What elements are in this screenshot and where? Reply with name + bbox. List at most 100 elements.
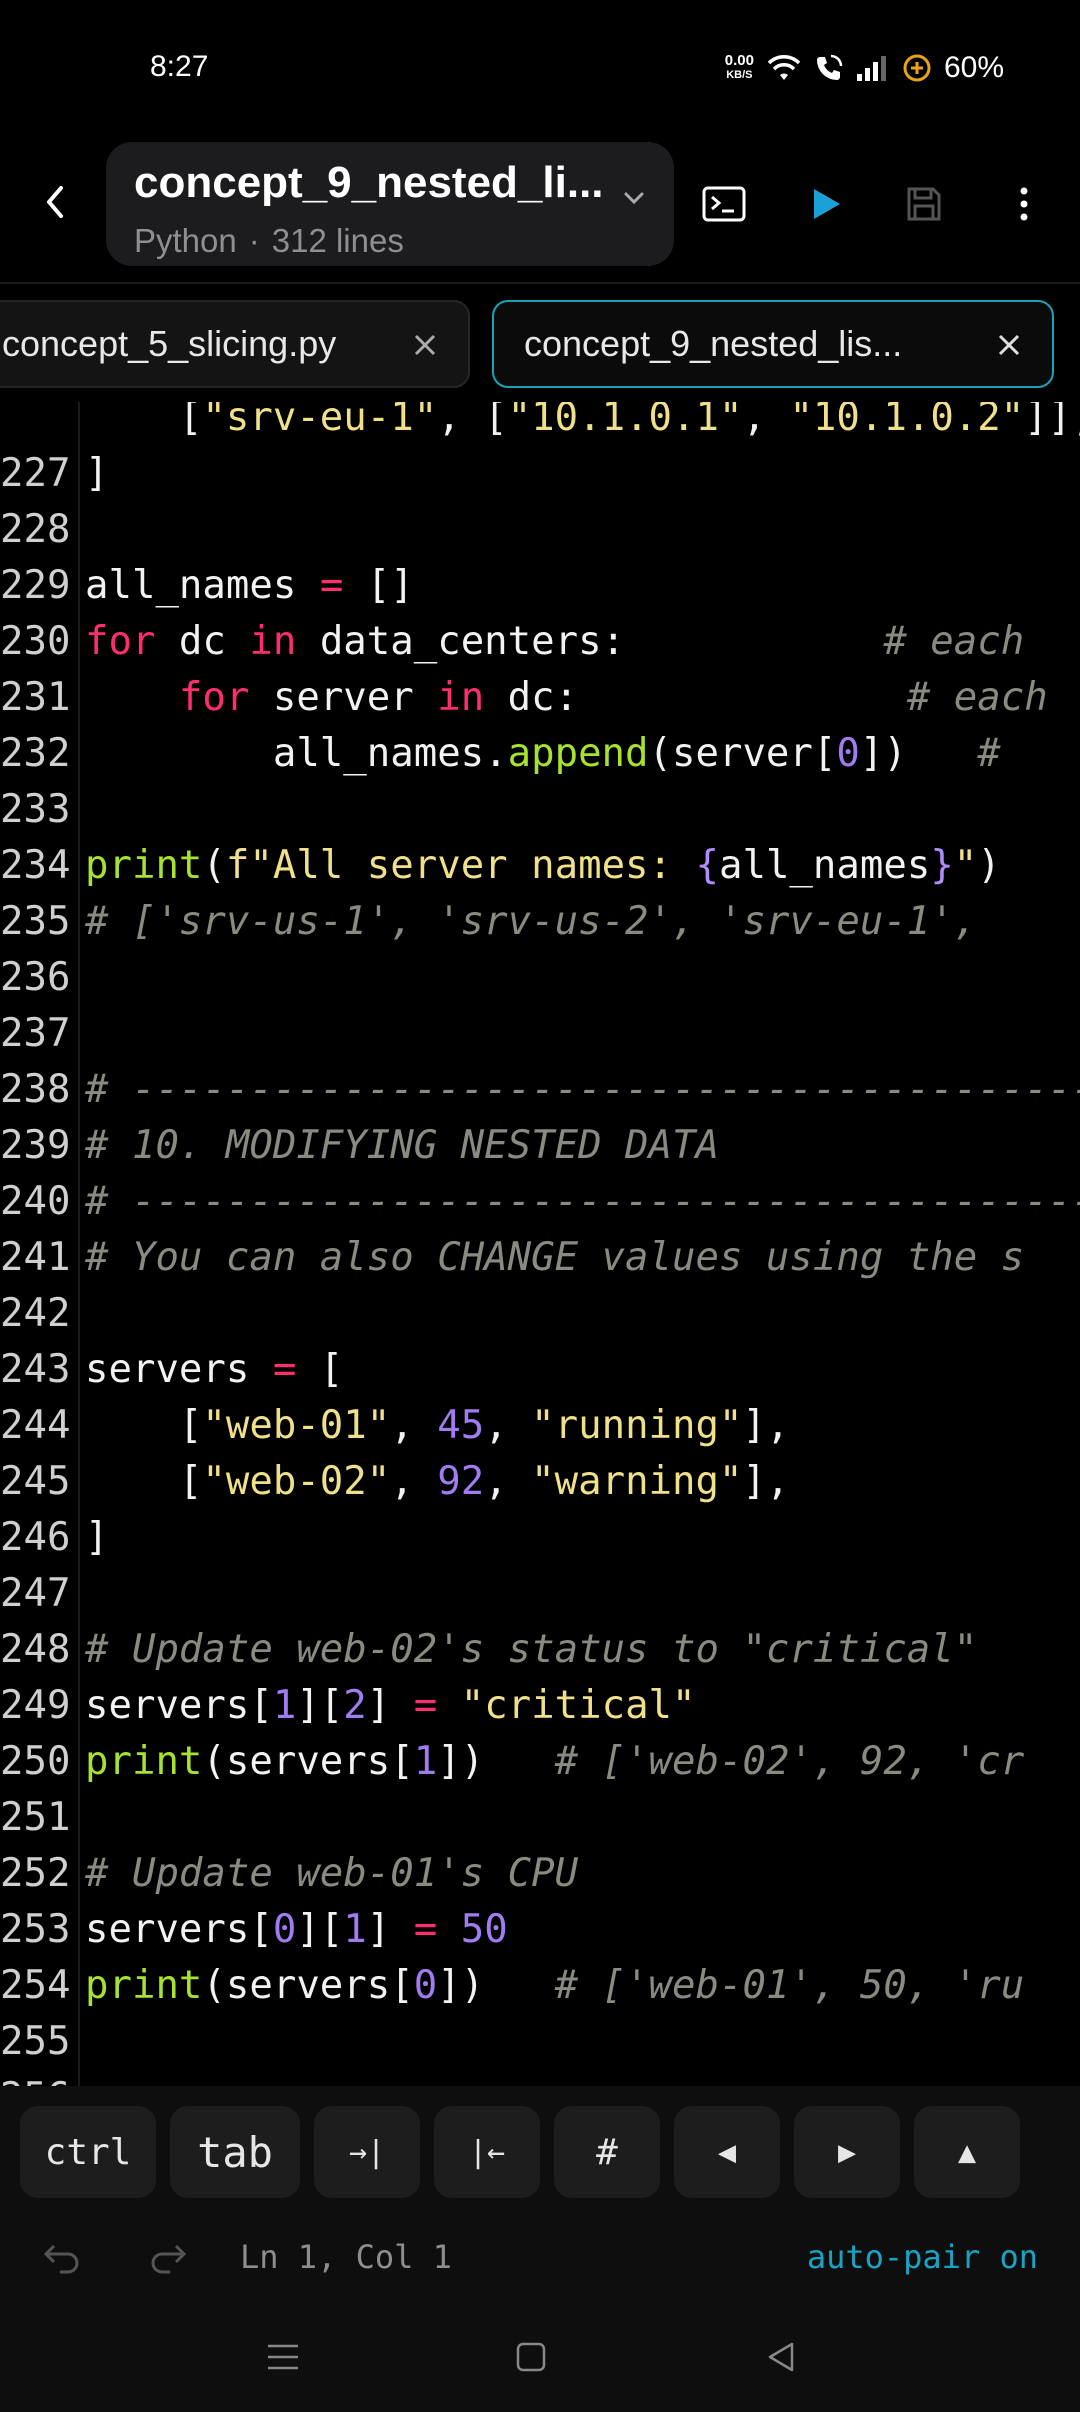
wifi-icon <box>767 55 801 80</box>
status-time: 8:27 <box>150 50 209 83</box>
comment-key[interactable]: # <box>554 2106 660 2198</box>
code-text: # --------------------------------------… <box>85 1067 1080 1112</box>
play-icon <box>814 189 840 219</box>
run-button[interactable] <box>802 180 850 228</box>
home-button[interactable] <box>506 2332 556 2382</box>
line-number: 251 <box>0 1795 71 1840</box>
menu-lines-icon <box>268 2344 298 2370</box>
outdent-icon[interactable]: |← <box>434 2106 540 2198</box>
code-text: servers[0][1] = 50 <box>85 1907 508 1952</box>
arrow-right-icon[interactable]: ▶ <box>794 2106 900 2198</box>
code-text: # Update web-01's CPU <box>85 1851 579 1896</box>
code-text: all_names = [] <box>85 563 414 608</box>
square-icon <box>516 2342 546 2372</box>
cursor-position: Ln 1, Col 1 <box>240 2238 452 2276</box>
line-number: 231 <box>0 675 71 720</box>
tab-concept-9[interactable]: concept_9_nested_lis... <box>492 300 1054 388</box>
ctrl-key[interactable]: ctrl <box>20 2106 156 2198</box>
file-line-count: 312 lines <box>271 222 404 259</box>
line-number: 252 <box>0 1851 71 1896</box>
line-number: 249 <box>0 1683 71 1728</box>
code-text: servers[1][2] = "critical" <box>85 1683 696 1728</box>
auto-pair-toggle[interactable]: auto-pair on <box>807 2238 1038 2276</box>
status-icons: 0.00 KB/S 60% <box>725 48 1004 88</box>
line-number: 227 <box>0 451 71 496</box>
code-text: ["web-01", 45, "running"], <box>85 1403 790 1448</box>
more-menu-button[interactable] <box>1000 180 1048 228</box>
close-icon[interactable] <box>994 330 1024 360</box>
line-number: 254 <box>0 1963 71 2008</box>
tab-concept-5[interactable]: concept_5_slicing.py <box>0 300 470 388</box>
editor-status-row: Ln 1, Col 1 auto-pair on <box>0 2226 1080 2286</box>
code-text: # ['srv-us-1', 'srv-us-2', 'srv-eu-1', <box>85 899 978 944</box>
undo-icon[interactable] <box>42 2236 82 2276</box>
net-speed-unit: KB/S <box>726 69 753 81</box>
terminal-button[interactable] <box>700 180 748 228</box>
arrow-up-icon[interactable]: ▲ <box>914 2106 1020 2198</box>
code-text: print(servers[1]) # ['web-02', 92, 'cr <box>85 1739 1025 1784</box>
battery-saver-icon <box>903 54 931 82</box>
tab-label: concept_5_slicing.py <box>2 323 337 364</box>
code-text: # You can also CHANGE values using the s <box>85 1235 1025 1280</box>
code-editor[interactable]: ["srv-eu-1", ["10.1.0.1", "10.1.0.2"]], 2… <box>0 402 1080 2086</box>
file-language: Python <box>134 222 237 259</box>
file-meta: Python · 312 lines <box>134 222 404 260</box>
network-speed: 0.00 KB/S <box>725 53 754 82</box>
battery-percent: 60% <box>943 51 1004 84</box>
more-vertical-icon <box>1020 187 1028 221</box>
line-number: 245 <box>0 1459 71 1504</box>
line-number: 253 <box>0 1907 71 1952</box>
line-number: 248 <box>0 1627 71 1672</box>
code-text: for server in dc: # each <box>178 675 1048 720</box>
arrow-left-icon[interactable]: ◀ <box>674 2106 780 2198</box>
code-text: all_names.append(server[0]) # <box>85 731 1025 776</box>
indent-icon[interactable]: →| <box>314 2106 420 2198</box>
chevron-left-icon <box>47 186 63 218</box>
code-text: print(f"All server names: {all_names}") <box>85 843 1001 888</box>
line-number: 256 <box>0 2070 70 2086</box>
back-button[interactable] <box>30 178 78 226</box>
line-number: 239 <box>0 1123 71 1168</box>
terminal-icon <box>702 186 746 222</box>
code-text: servers = [ <box>85 1347 344 1392</box>
signal-icon <box>856 56 886 81</box>
line-number: 233 <box>0 787 71 832</box>
back-nav-button[interactable] <box>756 2332 806 2382</box>
save-button[interactable] <box>900 180 948 228</box>
save-icon <box>907 187 941 221</box>
code-text: # Update web-02's status to "critical" <box>85 1627 978 1672</box>
code-text: ["web-02", 92, "warning"], <box>85 1459 790 1504</box>
line-number: 241 <box>0 1235 71 1280</box>
line-number: 235 <box>0 899 71 944</box>
recents-button[interactable] <box>258 2332 308 2382</box>
keyboard-accessory-bar: ctrl tab →| |← # ◀ ▶ ▲ Ln 1, Col 1 auto-… <box>0 2086 1080 2302</box>
file-selector[interactable]: concept_9_nested_li... Python · 312 lines <box>106 142 674 266</box>
line-number: 234 <box>0 843 71 888</box>
meta-separator: · <box>248 222 260 259</box>
file-tabs: concept_5_slicing.py concept_9_nested_li… <box>0 282 1080 402</box>
close-icon[interactable] <box>410 330 440 360</box>
line-number: 242 <box>0 1291 71 1336</box>
code-text: # --------------------------------------… <box>85 1179 1080 1224</box>
line-number: 229 <box>0 563 71 608</box>
code-text: # 10. MODIFYING NESTED DATA <box>85 1123 719 1168</box>
line-number: 230 <box>0 619 71 664</box>
line-number: 247 <box>0 1571 71 1616</box>
line-number: 238 <box>0 1067 71 1112</box>
triangle-back-icon <box>768 2342 794 2372</box>
code-text: ] <box>85 1515 109 1560</box>
line-number: 243 <box>0 1347 71 1392</box>
line-number: 228 <box>0 507 71 552</box>
line-number: 232 <box>0 731 71 776</box>
code-text: ] <box>85 451 109 496</box>
status-bar: 8:27 0.00 KB/S 60% <box>0 0 1080 130</box>
wifi-call-icon <box>816 54 843 80</box>
line-number: 246 <box>0 1515 71 1560</box>
tab-key[interactable]: tab <box>170 2106 300 2198</box>
gutter-divider <box>78 402 80 2086</box>
redo-icon[interactable] <box>148 2236 188 2276</box>
line-number: 240 <box>0 1179 71 1224</box>
code-text: print(servers[0]) # ['web-01', 50, 'ru <box>85 1963 1025 2008</box>
app-header: concept_9_nested_li... Python · 312 lines <box>0 130 1080 280</box>
file-title: concept_9_nested_li... <box>134 158 604 207</box>
